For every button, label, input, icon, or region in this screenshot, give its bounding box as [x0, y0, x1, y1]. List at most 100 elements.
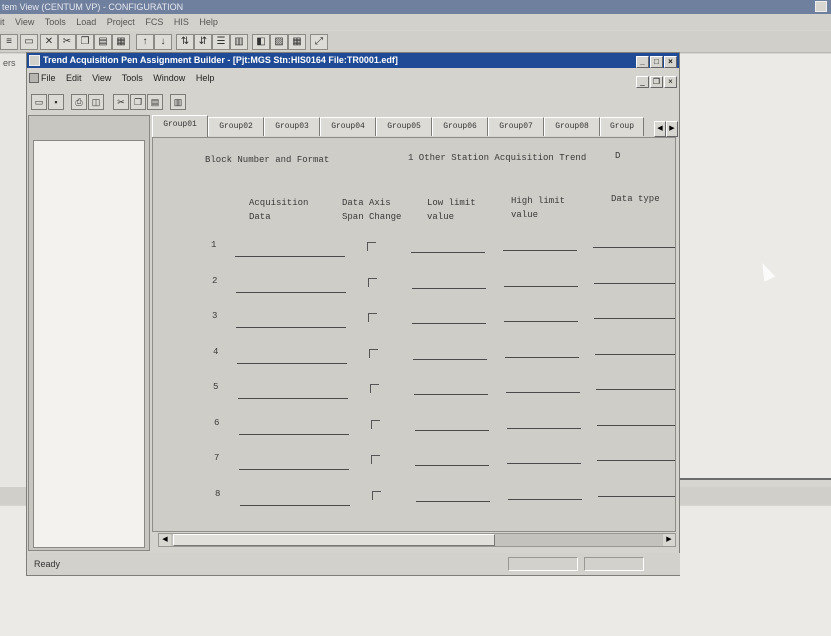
data-type-field[interactable] [593, 247, 675, 248]
restore-icon[interactable]: ❐ [650, 76, 663, 88]
span-change-checkbox[interactable] [368, 278, 377, 287]
low-limit-field[interactable] [414, 394, 488, 395]
low-limit-field[interactable] [415, 430, 489, 431]
copy-icon[interactable]: ❐ [130, 94, 146, 110]
scroll-left-icon[interactable]: ◀ [159, 534, 171, 546]
move-down-icon[interactable]: ↓ [154, 34, 172, 50]
minimize-icon[interactable]: _ [636, 76, 649, 88]
data-type-field[interactable] [594, 283, 675, 284]
low-limit-field[interactable] [415, 465, 489, 466]
acquisition-data-field[interactable] [240, 505, 350, 506]
builder-title-bar[interactable]: Trend Acquisition Pen Assignment Builder… [27, 53, 679, 68]
span-change-checkbox[interactable] [370, 384, 379, 393]
menu-item-his[interactable]: HIS [174, 17, 189, 27]
close-icon[interactable]: × [664, 56, 677, 68]
tab-group02[interactable]: Group02 [208, 117, 264, 136]
sort-desc-icon[interactable]: ⇵ [194, 34, 212, 50]
menu-item-project[interactable]: Project [107, 17, 135, 27]
open-folder-icon[interactable]: ▭ [20, 34, 38, 50]
acquisition-data-field[interactable] [235, 256, 345, 257]
scroll-right-icon[interactable]: ▶ [663, 534, 675, 546]
horizontal-scrollbar[interactable]: ◀ ▶ [158, 533, 676, 547]
acquisition-data-field[interactable] [236, 292, 346, 293]
properties-icon[interactable]: ▥ [170, 94, 186, 110]
acquisition-data-field[interactable] [239, 434, 349, 435]
menu-item-help[interactable]: Help [196, 73, 215, 83]
cut-icon[interactable]: ✂ [113, 94, 129, 110]
high-limit-field[interactable] [506, 392, 580, 393]
acquisition-data-field[interactable] [238, 398, 348, 399]
menu-item-help[interactable]: Help [199, 17, 218, 27]
maximize-icon[interactable]: □ [650, 56, 663, 68]
low-limit-field[interactable] [416, 501, 490, 502]
tab-group09[interactable]: Group [600, 117, 644, 136]
menu-item-load[interactable]: Load [76, 17, 96, 27]
save-icon[interactable]: ▪ [48, 94, 64, 110]
properties-icon[interactable]: ▦ [112, 34, 130, 50]
high-limit-field[interactable] [503, 250, 577, 251]
low-limit-field[interactable] [411, 252, 485, 253]
menu-item-tools[interactable]: Tools [122, 73, 143, 83]
menu-item-edit[interactable]: Edit [66, 73, 82, 83]
paste-icon[interactable]: ▤ [147, 94, 163, 110]
high-limit-field[interactable] [508, 499, 582, 500]
close-icon[interactable] [815, 1, 827, 12]
paste-icon[interactable]: ▤ [94, 34, 112, 50]
open-icon[interactable]: ▭ [31, 94, 47, 110]
data-type-field[interactable] [597, 460, 675, 461]
cut-icon[interactable]: ✂ [58, 34, 76, 50]
menu-item-view[interactable]: View [15, 17, 34, 27]
move-up-icon[interactable]: ↑ [136, 34, 154, 50]
sort-icon[interactable]: ⇅ [176, 34, 194, 50]
menu-item-edit[interactable]: it [0, 17, 5, 27]
high-limit-field[interactable] [504, 286, 578, 287]
list-icon[interactable]: ≡ [0, 34, 18, 50]
copy-icon[interactable]: ❐ [76, 34, 94, 50]
span-change-checkbox[interactable] [367, 242, 376, 251]
acquisition-data-field[interactable] [237, 363, 347, 364]
delete-icon[interactable]: ✕ [40, 34, 58, 50]
acquisition-data-field[interactable] [239, 469, 349, 470]
high-limit-field[interactable] [507, 428, 581, 429]
tab-group08[interactable]: Group08 [544, 117, 600, 136]
tab-group07[interactable]: Group07 [488, 117, 544, 136]
menu-item-fcs[interactable]: FCS [145, 17, 163, 27]
details-view-icon[interactable]: ☰ [212, 34, 230, 50]
low-limit-field[interactable] [412, 288, 486, 289]
menu-item-view[interactable]: View [92, 73, 111, 83]
tab-scroll-right-icon[interactable]: ▶ [666, 121, 678, 137]
scroll-thumb[interactable] [173, 534, 495, 546]
print-preview-icon[interactable]: ◫ [88, 94, 104, 110]
tab-group03[interactable]: Group03 [264, 117, 320, 136]
minimize-icon[interactable]: _ [636, 56, 649, 68]
span-change-checkbox[interactable] [371, 420, 380, 429]
high-limit-field[interactable] [504, 321, 578, 322]
menu-item-window[interactable]: Window [153, 73, 185, 83]
chart-icon[interactable]: ▨ [270, 34, 288, 50]
table-icon[interactable]: ▦ [288, 34, 306, 50]
builder-icon[interactable]: ◧ [252, 34, 270, 50]
data-type-field[interactable] [598, 496, 675, 497]
data-type-field[interactable] [594, 318, 675, 319]
data-type-field[interactable] [595, 354, 675, 355]
block-number-value[interactable]: 1 Other Station Acquisition Trend [408, 153, 586, 163]
menu-item-file[interactable]: File [41, 73, 56, 83]
acquisition-data-field[interactable] [236, 327, 346, 328]
close-icon[interactable]: × [664, 76, 677, 88]
tab-group05[interactable]: Group05 [376, 117, 432, 136]
menu-item-tools[interactable]: Tools [45, 17, 66, 27]
span-change-checkbox[interactable] [371, 455, 380, 464]
low-limit-field[interactable] [413, 359, 487, 360]
data-type-field[interactable] [596, 389, 675, 390]
span-change-checkbox[interactable] [368, 313, 377, 322]
document-icon[interactable] [29, 73, 39, 83]
tab-group01[interactable]: Group01 [152, 115, 208, 137]
tab-group06[interactable]: Group06 [432, 117, 488, 136]
zoom-icon[interactable]: ⤢ [310, 34, 328, 50]
span-change-checkbox[interactable] [369, 349, 378, 358]
grid-view-icon[interactable]: ▥ [230, 34, 248, 50]
tab-group04[interactable]: Group04 [320, 117, 376, 136]
high-limit-field[interactable] [505, 357, 579, 358]
data-type-field[interactable] [597, 425, 675, 426]
item-list-pane[interactable] [33, 140, 145, 548]
